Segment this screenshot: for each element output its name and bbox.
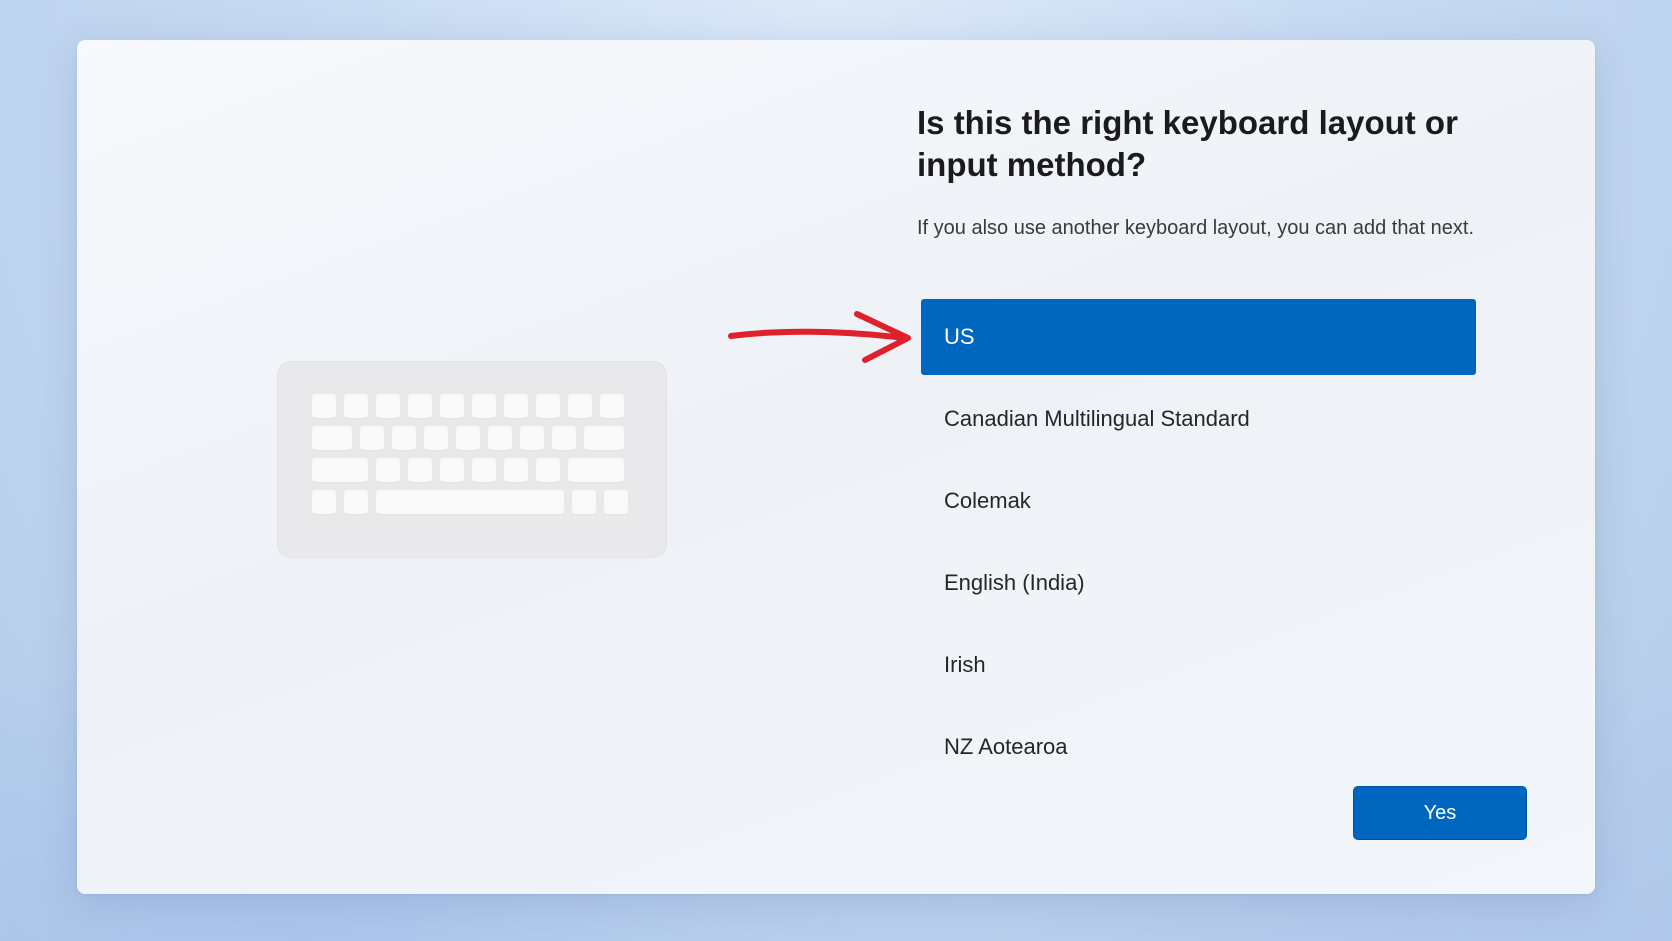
red-arrow-annotation-icon <box>728 311 911 363</box>
setup-content: Is this the right keyboard layout or inp… <box>917 40 1557 894</box>
keyboard-row <box>312 394 624 418</box>
layout-option-english-india[interactable]: English (India) <box>921 545 1476 621</box>
yes-button[interactable]: Yes <box>1353 786 1527 840</box>
layout-option-canadian-multilingual[interactable]: Canadian Multilingual Standard <box>921 381 1476 457</box>
oobe-window: Is this the right keyboard layout or inp… <box>77 40 1595 894</box>
page-subtitle: If you also use another keyboard layout,… <box>917 217 1475 239</box>
layout-option-us[interactable]: US <box>921 299 1476 375</box>
page-title: Is this the right keyboard layout or inp… <box>917 104 1458 183</box>
layout-option-irish[interactable]: Irish <box>921 627 1476 703</box>
keyboard-row <box>312 490 628 514</box>
keyboard-illustration-icon <box>277 361 667 558</box>
keyboard-layout-list: US Canadian Multilingual Standard Colema… <box>921 299 1476 791</box>
keyboard-row <box>312 426 624 450</box>
layout-option-colemak[interactable]: Colemak <box>921 463 1476 539</box>
keyboard-row <box>312 458 624 482</box>
layout-option-nz-aotearoa[interactable]: NZ Aotearoa <box>921 709 1476 785</box>
